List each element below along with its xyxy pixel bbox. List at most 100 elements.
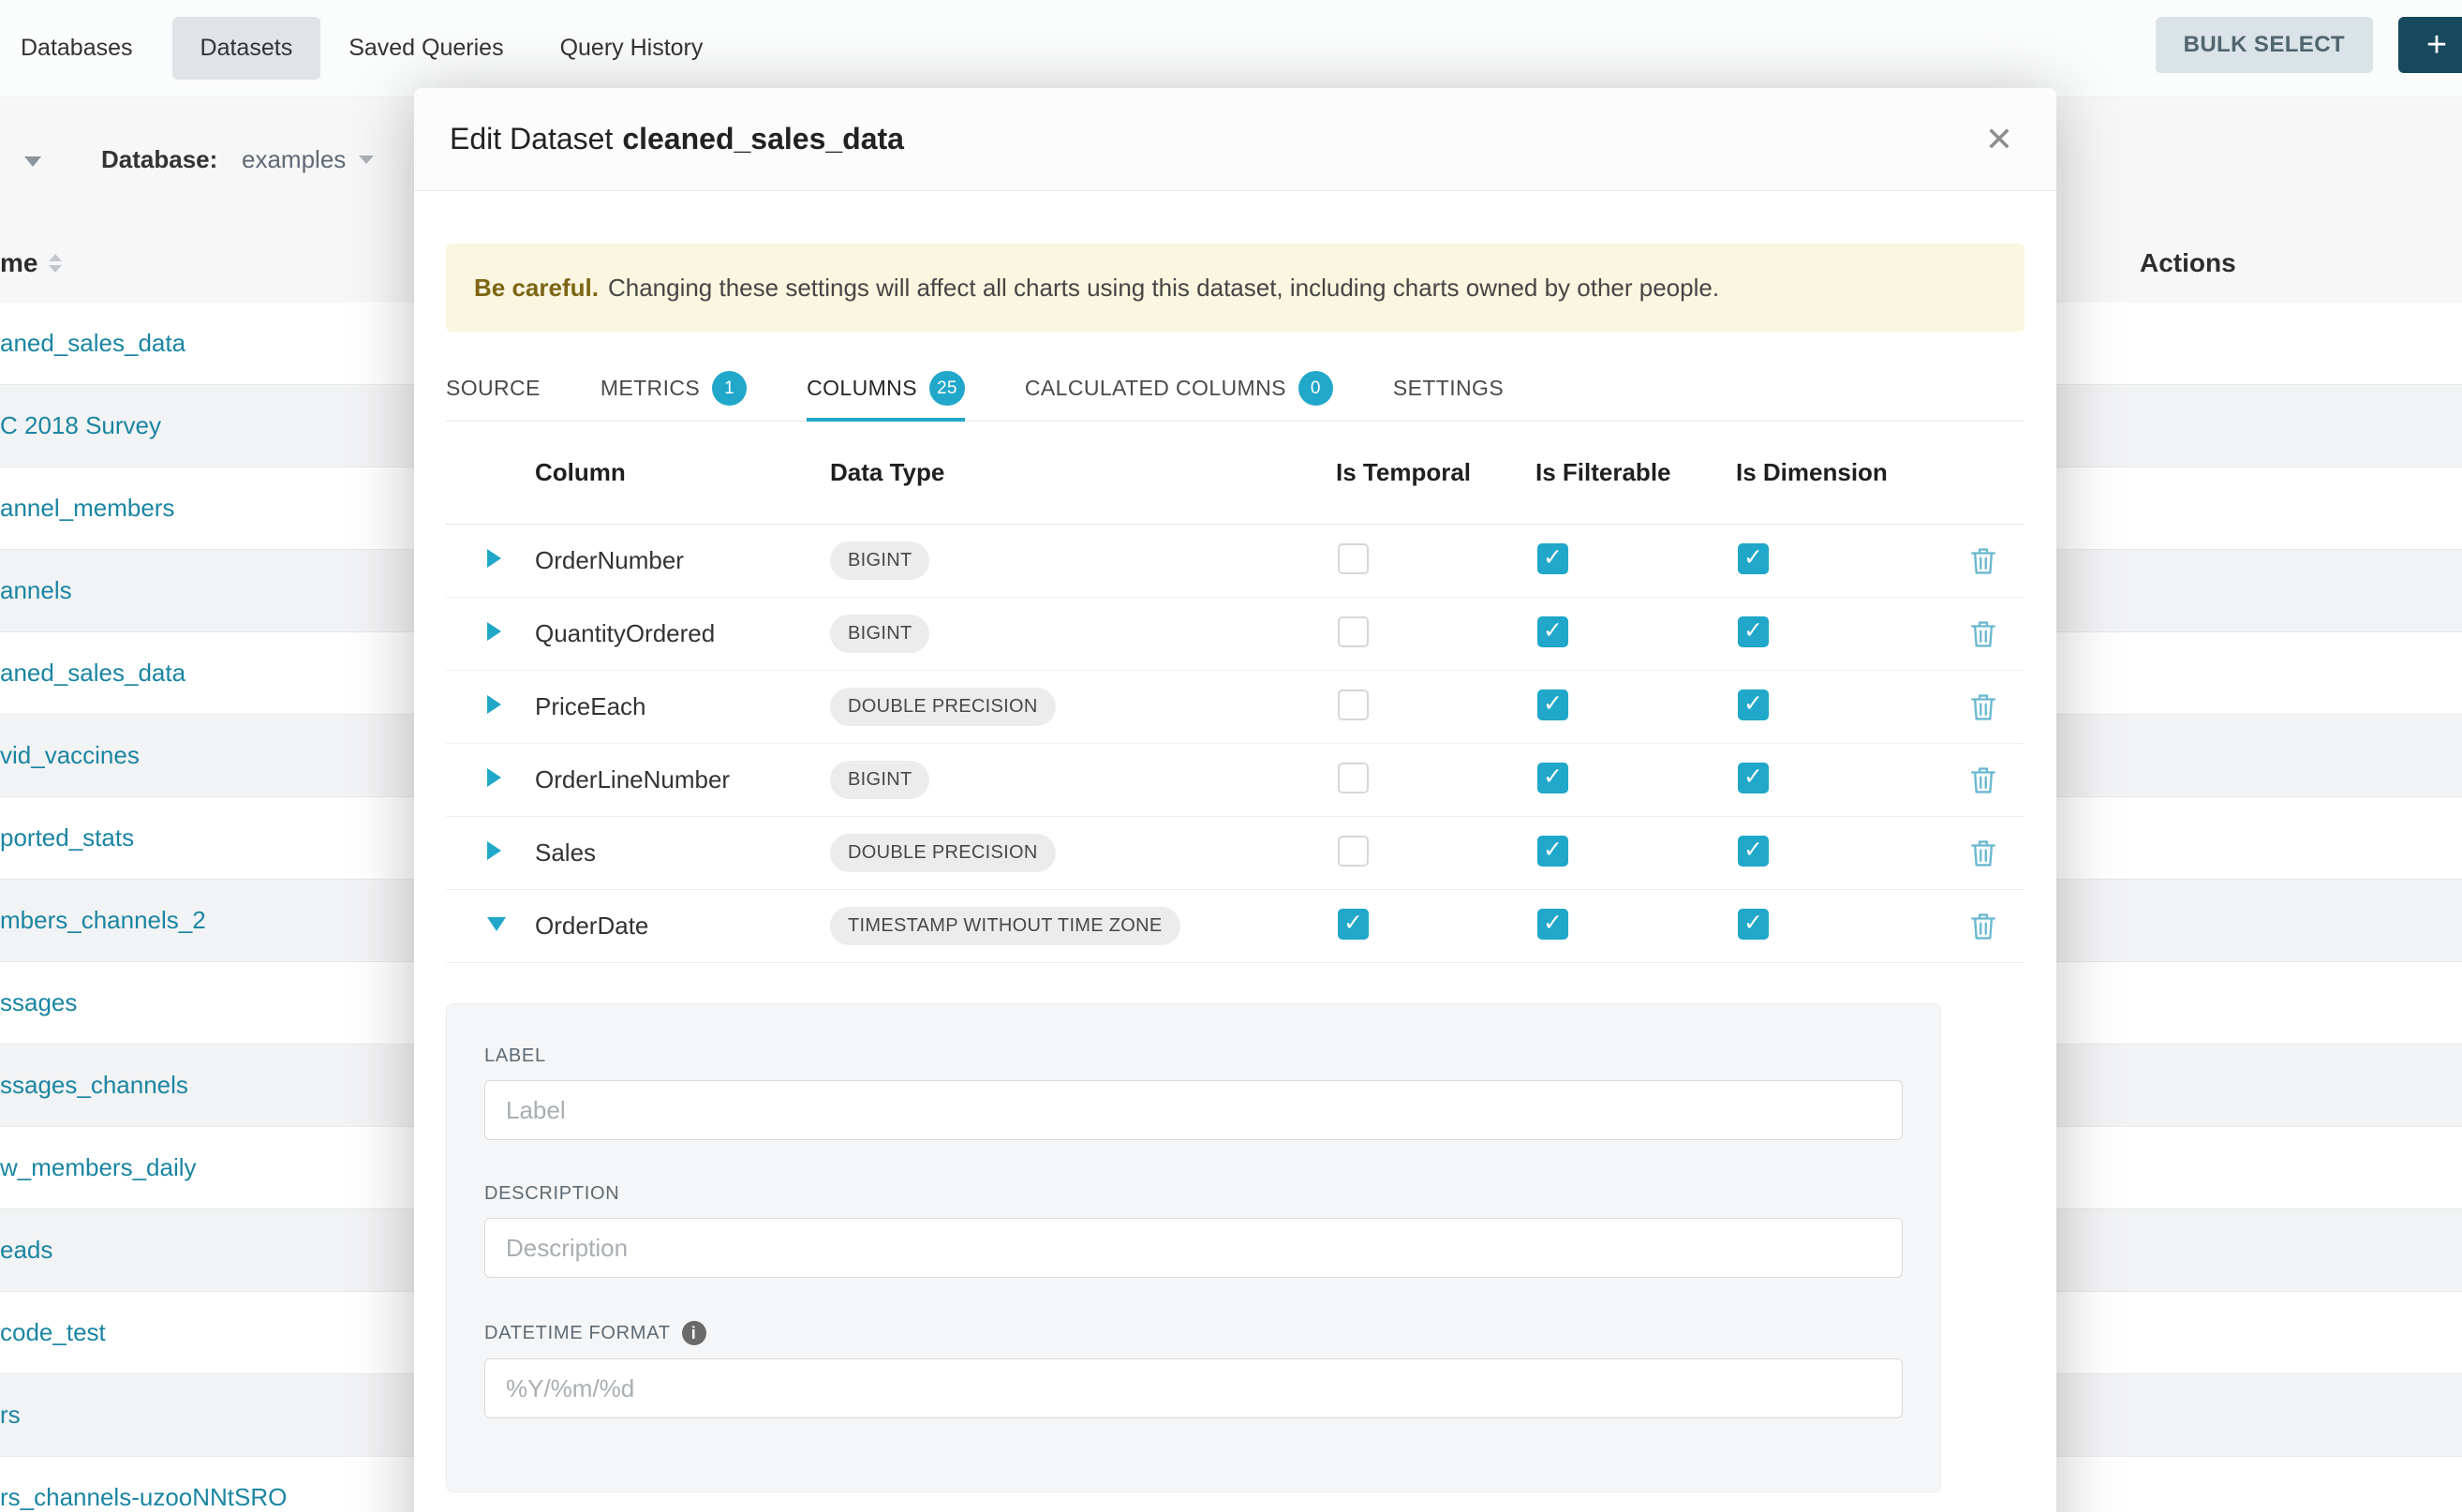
column-header-actions: Actions [2140,248,2236,278]
is-dimension-checkbox[interactable] [1738,763,1769,793]
columns-table-header: Column Data Type Is Temporal Is Filterab… [446,422,2024,525]
modal-tabs: SOURCE METRICS 1 COLUMNS 25 CALCULATED C… [446,356,2024,422]
is-temporal-checkbox[interactable] [1338,836,1369,867]
column-header-name[interactable]: me [0,248,62,278]
database-filter-select[interactable]: examples [242,145,374,174]
nav-items: Databases Datasets Saved Queries Query H… [0,17,731,80]
is-dimension-checkbox[interactable] [1738,689,1769,720]
delete-column-icon[interactable] [1968,764,1998,796]
nav-item-datasets[interactable]: Datasets [172,17,321,80]
datetime-format-field: DATETIME FORMAT i [484,1321,1903,1418]
add-dataset-button[interactable]: + [2398,17,2462,73]
delete-column-icon[interactable] [1968,545,1998,577]
nav-item-databases[interactable]: Databases [0,17,161,80]
is-filterable-checkbox[interactable] [1537,763,1568,793]
expand-caret-icon[interactable] [487,622,501,641]
is-dimension-checkbox[interactable] [1738,616,1769,647]
is-filterable-checkbox[interactable] [1537,689,1568,720]
modal-title-prefix: Edit Dataset [450,122,613,156]
is-temporal-checkbox[interactable] [1338,689,1369,720]
delete-column-icon[interactable] [1968,691,1998,723]
database-filter-value: examples [242,145,346,174]
sort-icon[interactable] [49,254,62,273]
column-detail-panel: LABEL DESCRIPTION DATETIME FORMAT i [446,1003,1941,1492]
expand-caret-icon[interactable] [487,841,501,860]
dataset-link[interactable]: eads [0,1236,52,1265]
expand-caret-icon[interactable] [487,695,501,714]
label-field-label: LABEL [484,1045,1903,1067]
tab-calculated-columns[interactable]: CALCULATED COLUMNS 0 [1025,356,1333,421]
nav-item-saved-queries[interactable]: Saved Queries [320,17,531,80]
modal-title: Edit Datasetcleaned_sales_data [450,122,904,156]
tab-label: SETTINGS [1393,376,1504,401]
header-is-temporal: Is Temporal [1336,458,1535,487]
expand-caret-icon[interactable] [487,549,501,568]
tab-label: COLUMNS [807,376,917,401]
delete-column-icon[interactable] [1968,618,1998,650]
info-icon[interactable]: i [682,1321,706,1345]
is-temporal-checkbox[interactable] [1338,763,1369,793]
is-dimension-checkbox[interactable] [1738,543,1769,574]
tab-metrics[interactable]: METRICS 1 [601,356,747,421]
column-row: OrderLineNumber BIGINT [446,744,2024,817]
dataset-link[interactable]: vid_vaccines [0,741,140,770]
is-dimension-checkbox[interactable] [1738,909,1769,940]
tab-source[interactable]: SOURCE [446,356,541,421]
dataset-link[interactable]: ssages_channels [0,1071,188,1100]
tab-badge: 0 [1298,371,1333,406]
data-type-pill: BIGINT [830,761,929,799]
dataset-link[interactable]: ssages [0,988,77,1017]
tab-settings[interactable]: SETTINGS [1393,356,1504,421]
expand-caret-icon[interactable] [487,917,506,931]
bulk-select-button[interactable]: BULK SELECT [2156,17,2373,73]
description-input[interactable] [484,1218,1903,1278]
column-name: Sales [535,838,596,867]
dataset-link[interactable]: aned_sales_data [0,329,185,358]
close-icon[interactable]: ✕ [1978,115,2021,164]
is-dimension-checkbox[interactable] [1738,836,1769,867]
dataset-link[interactable]: rs [0,1401,21,1430]
top-navigation: Databases Datasets Saved Queries Query H… [0,0,2462,97]
label-input[interactable] [484,1080,1903,1140]
data-type-pill: BIGINT [830,615,929,653]
dataset-link[interactable]: w_members_daily [0,1153,197,1182]
column-row: QuantityOrdered BIGINT [446,598,2024,671]
dataset-link[interactable]: mbers_channels_2 [0,906,206,935]
edit-dataset-modal: Edit Datasetcleaned_sales_data ✕ Be care… [414,88,2056,1512]
delete-column-icon[interactable] [1968,911,1998,942]
modal-body: Be careful.Changing these settings will … [414,244,2056,1492]
is-filterable-checkbox[interactable] [1537,543,1568,574]
column-name: QuantityOrdered [535,619,715,647]
is-temporal-checkbox[interactable] [1338,616,1369,647]
is-temporal-checkbox[interactable] [1338,909,1369,940]
dataset-link[interactable]: annels [0,576,72,605]
is-filterable-checkbox[interactable] [1537,836,1568,867]
column-name: OrderDate [535,912,648,940]
is-filterable-checkbox[interactable] [1537,909,1568,940]
dataset-link[interactable]: rs_channels-uzooNNtSRO [0,1483,287,1512]
datetime-format-field-label: DATETIME FORMAT i [484,1321,1903,1345]
datetime-format-label-text: DATETIME FORMAT [484,1323,671,1344]
dataset-link[interactable]: annel_members [0,494,174,523]
expand-caret-icon[interactable] [487,768,501,787]
description-field: DESCRIPTION [484,1183,1903,1278]
tab-columns[interactable]: COLUMNS 25 [807,356,965,421]
topnav-right: BULK SELECT + [2156,17,2462,73]
nav-item-query-history[interactable]: Query History [532,17,732,80]
dataset-link[interactable]: ported_stats [0,823,134,852]
delete-column-icon[interactable] [1968,838,1998,869]
plus-icon: + [2426,25,2447,66]
dataset-link[interactable]: code_test [0,1318,106,1347]
modal-header: Edit Datasetcleaned_sales_data ✕ [414,88,2056,191]
is-filterable-checkbox[interactable] [1537,616,1568,647]
dataset-link[interactable]: aned_sales_data [0,659,185,688]
header-is-filterable: Is Filterable [1535,458,1736,487]
dataset-link[interactable]: C 2018 Survey [0,411,161,440]
is-temporal-checkbox[interactable] [1338,543,1369,574]
datetime-format-input[interactable] [484,1358,1903,1418]
data-type-pill: DOUBLE PRECISION [830,688,1056,726]
header-is-dimension: Is Dimension [1736,458,1942,487]
warning-text: Changing these settings will affect all … [608,274,1719,302]
chevron-down-icon[interactable] [24,156,41,167]
data-type-pill: BIGINT [830,541,929,580]
